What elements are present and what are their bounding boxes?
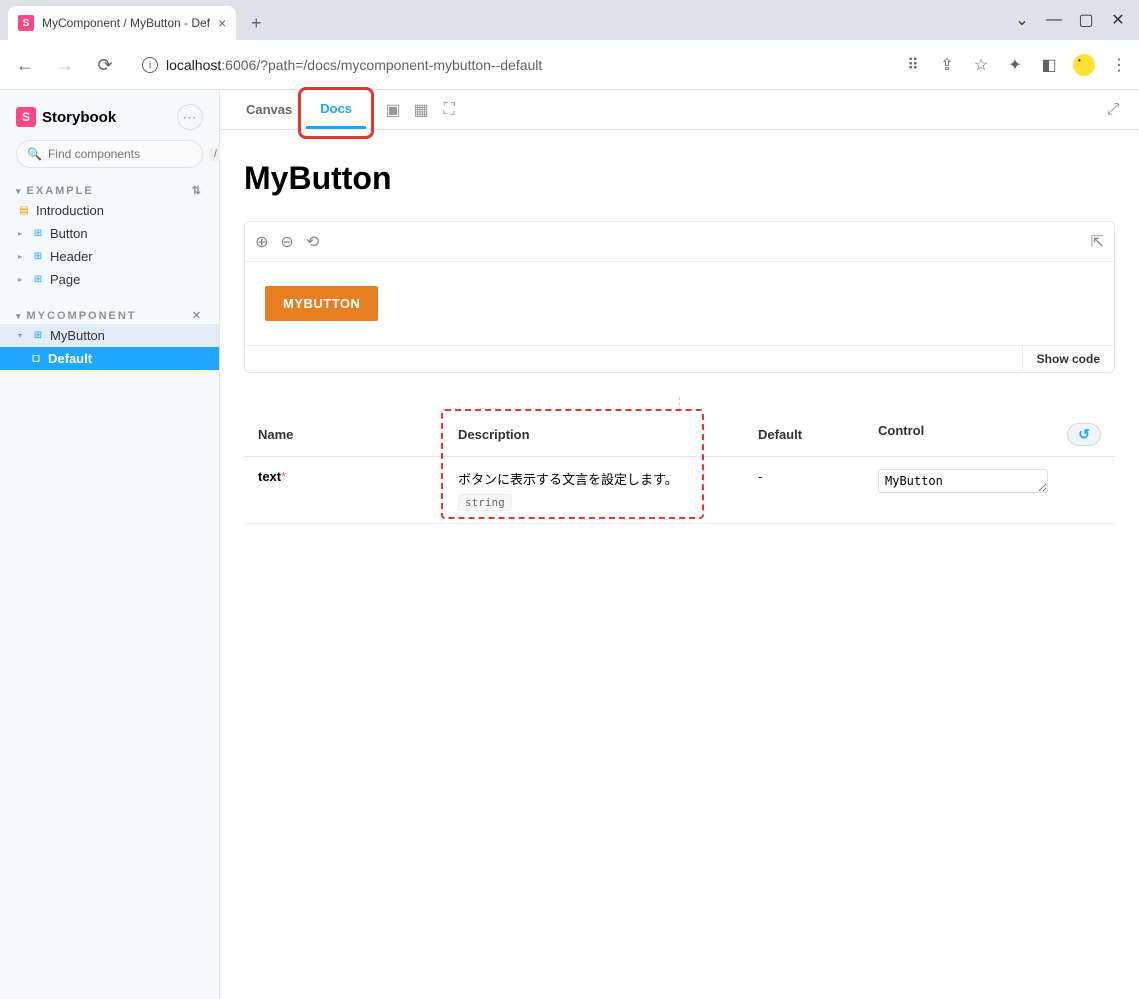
sidebar: S Storybook ⋯ 🔍 / ▾EXAMPLE ⇅ ▤ Introduct… bbox=[0, 90, 220, 999]
col-description: Description bbox=[444, 413, 744, 457]
zoom-out-icon[interactable]: ⊖ bbox=[280, 232, 293, 252]
tab-strip: S MyComponent / MyButton - Def × + ⌄ — ▢… bbox=[0, 0, 1139, 40]
chevron-down-icon[interactable]: ⌄ bbox=[1015, 13, 1029, 27]
preview-footer: Show code bbox=[245, 345, 1114, 372]
resize-handle[interactable] bbox=[244, 397, 1115, 413]
maximize-icon[interactable]: ▢ bbox=[1079, 13, 1093, 27]
brand-name: Storybook bbox=[42, 109, 116, 126]
main-panel: Canvas Docs ▣ ▦ ⛶ ⤢ MyButton ⊕ ⊖ ⟲ ⇱ bbox=[220, 90, 1139, 999]
profile-avatar[interactable] bbox=[1073, 54, 1095, 76]
show-code-button[interactable]: Show code bbox=[1022, 346, 1114, 372]
type-tag: string bbox=[458, 494, 512, 511]
fullscreen-icon[interactable]: ⤢ bbox=[1099, 101, 1127, 119]
sidebar-tree: ▾EXAMPLE ⇅ ▤ Introduction ▸ ⊞ Button ▸ ⊞… bbox=[0, 178, 219, 999]
component-icon: ⊞ bbox=[32, 274, 44, 286]
tab-docs[interactable]: Docs bbox=[306, 90, 366, 129]
browser-tab[interactable]: S MyComponent / MyButton - Def × bbox=[8, 6, 236, 40]
caret-icon: ▸ bbox=[18, 252, 26, 261]
close-tab-icon[interactable]: × bbox=[218, 15, 226, 31]
expand-icon[interactable]: ⇅ bbox=[192, 184, 203, 197]
close-window-icon[interactable]: ✕ bbox=[1111, 13, 1125, 27]
image-icon[interactable]: ▣ bbox=[379, 90, 407, 129]
col-name: Name bbox=[244, 413, 444, 457]
section-mycomponent[interactable]: ▾MYCOMPONENT ✕ bbox=[0, 303, 219, 324]
arg-default: - bbox=[744, 457, 864, 524]
sidebar-item-header[interactable]: ▸ ⊞ Header bbox=[0, 245, 219, 268]
address-bar[interactable]: i localhost:6006/?path=/docs/mycomponent… bbox=[130, 49, 893, 81]
preview-toolbar: ⊕ ⊖ ⟲ ⇱ bbox=[245, 222, 1114, 262]
control-text-input[interactable] bbox=[878, 469, 1048, 493]
sidebar-item-mybutton[interactable]: ▾ ⊞ MyButton bbox=[0, 324, 219, 347]
toolbar-icons: ⠿ ⇪ ☆ ✦ ◧ ⋮ bbox=[903, 54, 1129, 76]
component-icon: ⊞ bbox=[32, 330, 44, 342]
star-icon[interactable]: ☆ bbox=[971, 55, 991, 75]
document-icon: ▤ bbox=[18, 205, 30, 217]
arg-row-text: text* ボタンに表示する文言を設定します。 string - bbox=[244, 457, 1115, 524]
caret-icon: ▸ bbox=[18, 229, 26, 238]
grid-icon[interactable]: ▦ bbox=[407, 90, 435, 129]
minimize-icon[interactable]: — bbox=[1047, 13, 1061, 27]
storybook-app: S Storybook ⋯ 🔍 / ▾EXAMPLE ⇅ ▤ Introduct… bbox=[0, 90, 1139, 999]
url-host: localhost:6006/?path=/docs/mycomponent-m… bbox=[166, 57, 542, 73]
mybutton-preview[interactable]: MYBUTTON bbox=[265, 286, 378, 321]
sidebar-item-introduction[interactable]: ▤ Introduction bbox=[0, 199, 219, 222]
tab-title: MyComponent / MyButton - Def bbox=[42, 16, 210, 30]
component-icon: ⊞ bbox=[32, 228, 44, 240]
search-input-wrap[interactable]: 🔍 / bbox=[16, 140, 203, 168]
separator bbox=[372, 98, 373, 121]
docs-content: MyButton ⊕ ⊖ ⟲ ⇱ MYBUTTON Show code bbox=[220, 130, 1139, 999]
page-title: MyButton bbox=[244, 160, 1115, 197]
reload-button[interactable]: ⟳ bbox=[90, 50, 120, 80]
col-default: Default bbox=[744, 413, 864, 457]
preview-body: MYBUTTON bbox=[245, 262, 1114, 345]
zoom-in-icon[interactable]: ⊕ bbox=[255, 232, 268, 252]
translate-icon[interactable]: ⠿ bbox=[903, 55, 923, 75]
browser-chrome: S MyComponent / MyButton - Def × + ⌄ — ▢… bbox=[0, 0, 1139, 90]
back-button[interactable]: ← bbox=[10, 50, 40, 80]
sidebar-menu-button[interactable]: ⋯ bbox=[177, 104, 203, 130]
share-icon[interactable]: ⇪ bbox=[937, 55, 957, 75]
sidepanel-icon[interactable]: ◧ bbox=[1039, 55, 1059, 75]
sidebar-header: S Storybook ⋯ bbox=[0, 90, 219, 140]
expand-icon[interactable]: ⛶ bbox=[435, 90, 463, 129]
story-preview: ⊕ ⊖ ⟲ ⇱ MYBUTTON Show code bbox=[244, 221, 1115, 373]
args-table-wrap: Name Description Default Control ↺ bbox=[244, 413, 1115, 524]
args-table: Name Description Default Control ↺ bbox=[244, 413, 1115, 524]
search-input[interactable] bbox=[48, 147, 203, 161]
forward-button[interactable]: → bbox=[50, 50, 80, 80]
tab-canvas[interactable]: Canvas bbox=[232, 90, 306, 129]
new-tab-button[interactable]: + bbox=[242, 9, 270, 37]
bookmark-icon: ◻ bbox=[30, 353, 42, 365]
col-control: Control ↺ bbox=[864, 413, 1115, 457]
search-container: 🔍 / bbox=[0, 140, 219, 178]
caret-icon: ▾ bbox=[18, 331, 26, 340]
close-section-icon[interactable]: ✕ bbox=[192, 309, 203, 322]
arg-name: text* bbox=[244, 457, 444, 524]
sidebar-item-button[interactable]: ▸ ⊞ Button bbox=[0, 222, 219, 245]
arg-description: ボタンに表示する文言を設定します。 string bbox=[444, 457, 744, 524]
address-bar-row: ← → ⟳ i localhost:6006/?path=/docs/mycom… bbox=[0, 40, 1139, 90]
search-icon: 🔍 bbox=[27, 147, 42, 161]
extensions-icon[interactable]: ✦ bbox=[1005, 55, 1025, 75]
kebab-menu-icon[interactable]: ⋮ bbox=[1109, 55, 1129, 75]
sidebar-item-default[interactable]: ◻ Default bbox=[0, 347, 219, 370]
section-example[interactable]: ▾EXAMPLE ⇅ bbox=[0, 178, 219, 199]
reset-controls-button[interactable]: ↺ bbox=[1067, 423, 1101, 446]
storybook-logo[interactable]: S Storybook bbox=[16, 107, 116, 127]
zoom-reset-icon[interactable]: ⟲ bbox=[306, 232, 319, 252]
arg-control bbox=[864, 457, 1115, 524]
info-icon[interactable]: i bbox=[142, 57, 158, 73]
caret-icon: ▸ bbox=[18, 275, 26, 284]
storybook-favicon: S bbox=[18, 15, 34, 31]
component-icon: ⊞ bbox=[32, 251, 44, 263]
storybook-logo-icon: S bbox=[16, 107, 36, 127]
sidebar-item-page[interactable]: ▸ ⊞ Page bbox=[0, 268, 219, 291]
open-icon[interactable]: ⇱ bbox=[1091, 232, 1104, 252]
window-controls: ⌄ — ▢ ✕ bbox=[1001, 0, 1139, 40]
main-toolbar: Canvas Docs ▣ ▦ ⛶ ⤢ bbox=[220, 90, 1139, 130]
